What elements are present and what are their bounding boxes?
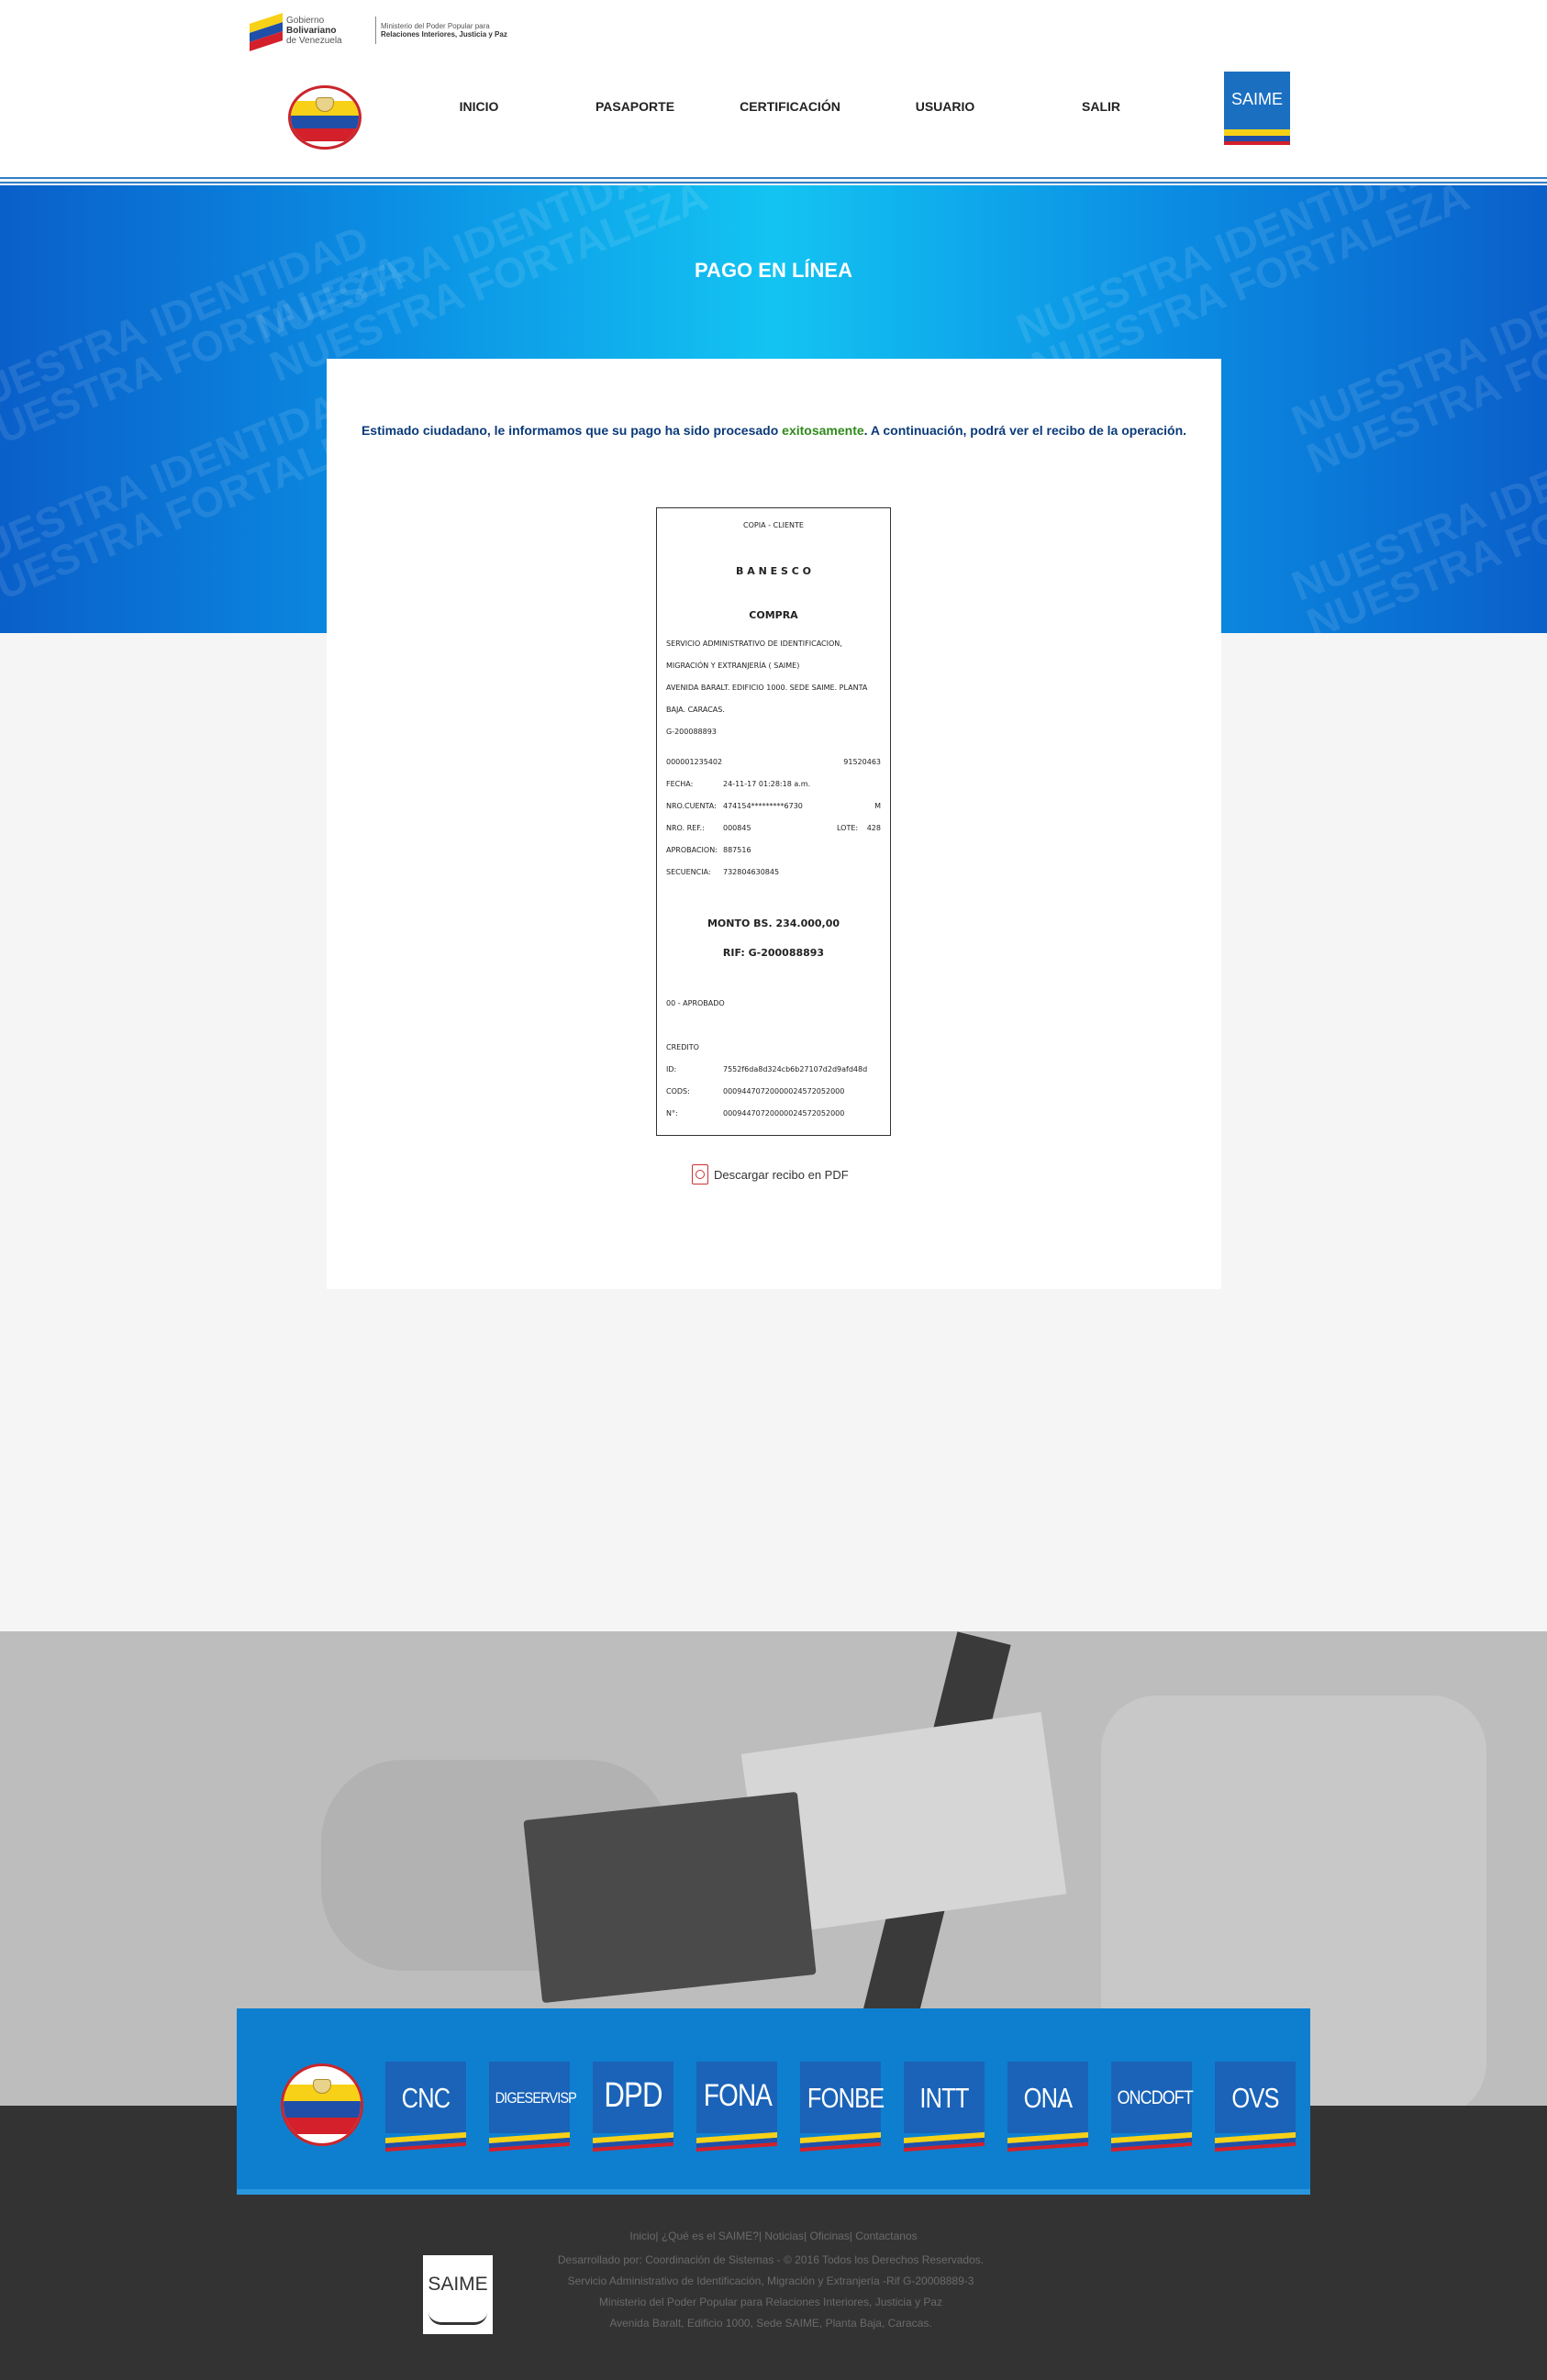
receipt-merchant-line: SERVICIO ADMINISTRATIVO DE IDENTIFICACIO… [666, 639, 842, 648]
receipt-terminal: 000001235402 [666, 758, 723, 766]
payment-success-message: Estimado ciudadano, le informamos que su… [361, 423, 1187, 438]
footer-saime-logo: SAIME [423, 2255, 493, 2334]
receipt-label: NRO. REF.: [666, 824, 705, 832]
receipt-number: 00094470720000024572052000 [723, 1109, 845, 1118]
watermark-text: NUESTRA IDENTIDAD NUESTRA FORTALEZA [248, 185, 714, 391]
ministry-seal-logo[interactable] [281, 2063, 363, 2146]
banner-divider [375, 17, 376, 44]
receipt-bank-name: B A N E S C O [736, 565, 811, 577]
institution-logo-ona[interactable]: ONA [1007, 2062, 1088, 2152]
receipt-account-flag: M [874, 802, 881, 810]
footer-links[interactable]: Inicio| ¿Qué es el SAIME?| Noticias| Ofi… [0, 2230, 1547, 2242]
footer-address-line: Avenida Baralt, Edificio 1000, Sede SAIM… [609, 2317, 932, 2330]
institution-logo-fonbe[interactable]: FONBE [800, 2062, 885, 2152]
saime-logo[interactable]: SAIME [1224, 72, 1290, 145]
receipt-sequence: 732804630845 [723, 868, 780, 876]
footer-org-line: Servicio Administrativo de Identificació… [567, 2274, 974, 2287]
institution-logo-dpd[interactable]: DPD [593, 2062, 673, 2152]
institutions-carousel: CNC DIGESERVISP DPD FONA FONBE INTT ONA … [237, 2008, 1310, 2195]
header-divider [0, 182, 1547, 184]
receipt-label: ID: [666, 1065, 677, 1073]
ministry-seal-logo[interactable] [288, 85, 362, 150]
receipt-id: 7552f6da8d324cb6b27107d2d9afd48d [723, 1065, 868, 1073]
footer-legal-text: Desarrollado por: Coordinación de Sistem… [514, 2250, 1028, 2334]
photo-shape [523, 1791, 817, 2004]
ministry-name: Ministerio del Poder Popular para Relaci… [381, 22, 507, 39]
institution-logo-fona[interactable]: FONA [696, 2062, 777, 2152]
download-pdf-label: Descargar recibo en PDF [714, 1167, 849, 1182]
receipt-status: 00 - APROBADO [666, 999, 725, 1007]
receipt-merchant-line: BAJA. CARACAS. [666, 706, 725, 714]
receipt-reference: 000845 [723, 824, 751, 832]
footer-credit-line: Desarrollado por: Coordinación de Sistem… [557, 2253, 985, 2266]
receipt-label: SECUENCIA: [666, 868, 711, 876]
nav-inicio[interactable]: INICIO [460, 99, 499, 114]
payment-receipt: COPIA - CLIENTE B A N E S C O COMPRA SER… [656, 507, 891, 1136]
receipt-merchant-line: MIGRACIÓN Y EXTRANJERÍA ( SAIME) [666, 662, 800, 670]
receipt-account: 474154*********6730 [723, 802, 803, 810]
receipt-merchant-line: AVENIDA BARALT. EDIFICIO 1000. SEDE SAIM… [666, 684, 868, 692]
nav-pasaporte[interactable]: PASAPORTE [595, 99, 674, 114]
receipt-label: APROBACION: [666, 846, 718, 854]
receipt-label: CODS: [666, 1087, 690, 1095]
government-banner: Gobierno Bolivariano de Venezuela Minist… [250, 9, 534, 51]
receipt-rif: RIF: G-200088893 [722, 947, 825, 959]
institution-logo-oncdoft[interactable]: ONCDOFT [1111, 2062, 1194, 2152]
receipt-label: FECHA: [666, 780, 694, 788]
receipt-credit-label: CREDITO [666, 1043, 699, 1051]
receipt-transaction-type: COMPRA [749, 609, 798, 621]
receipt-amount: MONTO BS. 234.000,00 [707, 918, 840, 929]
receipt-merchant-line: G-200088893 [666, 728, 717, 736]
receipt-label: N°: [666, 1109, 678, 1118]
receipt-label: NRO.CUENTA: [666, 802, 717, 810]
institution-logo-cnc[interactable]: CNC [385, 2062, 466, 2152]
header-divider [0, 177, 1547, 179]
receipt-lot: 428 [866, 824, 881, 832]
pdf-file-icon [692, 1164, 708, 1184]
nav-usuario[interactable]: USUARIO [916, 99, 975, 114]
institution-logo-ovs[interactable]: OVS [1215, 2062, 1296, 2152]
nav-salir[interactable]: SALIR [1082, 99, 1120, 114]
footer-ministry-line: Ministerio del Poder Popular para Relaci… [598, 2296, 943, 2308]
government-name: Gobierno Bolivariano de Venezuela [286, 15, 342, 46]
site-header: Gobierno Bolivariano de Venezuela Minist… [0, 0, 1547, 179]
nav-certificacion[interactable]: CERTIFICACIÓN [740, 99, 840, 114]
institution-logo-digeservisp[interactable]: DIGESERVISP [489, 2062, 577, 2152]
institution-logo-intt[interactable]: INTT [904, 2062, 985, 2152]
receipt-affiliate: 91520463 [843, 758, 881, 766]
venezuela-flag-icon [250, 13, 283, 51]
receipt-copy-label: COPIA - CLIENTE [743, 521, 804, 529]
receipt-label: LOTE: [837, 824, 859, 832]
receipt-approval: 887516 [723, 846, 751, 854]
payment-result-panel: Estimado ciudadano, le informamos que su… [327, 359, 1221, 1289]
receipt-date: 24-11-17 01:28:18 a.m. [723, 780, 811, 788]
download-pdf-link[interactable]: Descargar recibo en PDF [692, 1164, 849, 1184]
page-title: PAGO EN LÍNEA [695, 259, 852, 282]
receipt-cods: 00094470720000024572052000 [723, 1087, 845, 1095]
